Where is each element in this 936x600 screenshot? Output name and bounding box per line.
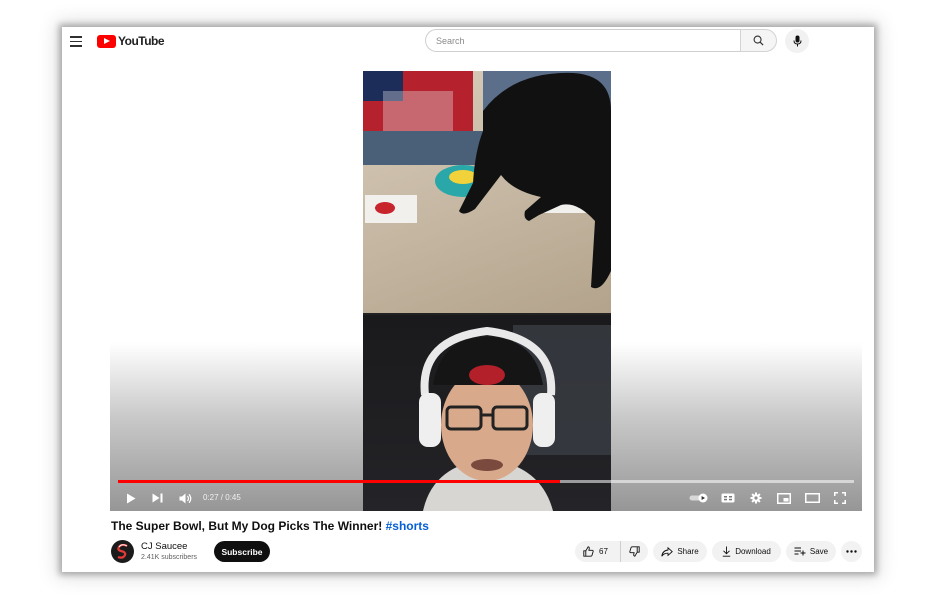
share-label: Share bbox=[677, 547, 699, 556]
theater-mode-button[interactable] bbox=[804, 489, 820, 507]
more-horizontal-icon bbox=[846, 550, 857, 553]
settings-icon bbox=[750, 492, 762, 504]
next-icon bbox=[152, 493, 162, 503]
autoplay-toggle-icon bbox=[689, 493, 708, 503]
channel-name[interactable]: CJ Saucee bbox=[141, 541, 187, 552]
mic-icon bbox=[793, 35, 801, 47]
like-dislike-group: 67 bbox=[575, 541, 648, 562]
menu-icon[interactable] bbox=[70, 36, 82, 47]
save-label: Save bbox=[809, 547, 829, 556]
autoplay-toggle[interactable] bbox=[688, 489, 710, 507]
video-player[interactable]: 0:27 / 0:45 bbox=[110, 71, 862, 511]
video-frame[interactable] bbox=[363, 71, 611, 511]
subscribe-button[interactable]: Subscribe bbox=[214, 541, 270, 562]
youtube-logo-icon bbox=[97, 34, 116, 48]
save-playlist-icon bbox=[794, 547, 806, 556]
volume-icon bbox=[179, 493, 191, 503]
theater-icon bbox=[804, 493, 820, 503]
video-title-text: The Super Bowl, But My Dog Picks The Win… bbox=[111, 519, 383, 533]
thumbs-down-icon bbox=[629, 546, 640, 557]
hashtag-link[interactable]: #shorts bbox=[386, 519, 429, 533]
video-title: The Super Bowl, But My Dog Picks The Win… bbox=[111, 519, 429, 533]
channel-logo-icon bbox=[117, 544, 128, 559]
like-count: 67 bbox=[599, 547, 608, 556]
progress-bar[interactable] bbox=[118, 480, 854, 483]
captions-icon bbox=[721, 493, 735, 503]
dislike-button[interactable] bbox=[621, 541, 648, 562]
search-bar bbox=[425, 29, 777, 52]
logo-text: YouTube bbox=[118, 34, 165, 48]
progress-bar-fill bbox=[118, 480, 560, 483]
next-button[interactable] bbox=[150, 489, 164, 507]
youtube-logo[interactable]: YouTube bbox=[97, 34, 165, 48]
browser-page: YouTube Search 0:27 / 0:45 The Super Bow… bbox=[62, 27, 874, 572]
time-display: 0:27 / 0:45 bbox=[203, 493, 241, 502]
channel-avatar[interactable] bbox=[111, 540, 134, 563]
search-icon bbox=[753, 35, 764, 46]
video-upper-scene bbox=[363, 71, 611, 313]
thumbs-up-icon bbox=[583, 546, 594, 557]
download-icon bbox=[723, 546, 731, 557]
miniplayer-button[interactable] bbox=[776, 489, 792, 507]
volume-button[interactable] bbox=[178, 489, 192, 507]
download-label: Download bbox=[735, 547, 771, 556]
voice-search-button[interactable] bbox=[785, 29, 809, 53]
fullscreen-button[interactable] bbox=[832, 489, 848, 507]
captions-button[interactable] bbox=[720, 489, 736, 507]
like-button[interactable]: 67 bbox=[575, 541, 621, 562]
play-button[interactable] bbox=[124, 489, 138, 507]
search-input[interactable] bbox=[425, 29, 740, 52]
player-controls: 0:27 / 0:45 bbox=[110, 489, 862, 507]
share-button[interactable]: Share bbox=[653, 541, 707, 562]
search-button[interactable] bbox=[740, 29, 777, 52]
download-button[interactable]: Download bbox=[712, 541, 781, 562]
miniplayer-icon bbox=[777, 492, 791, 504]
play-icon bbox=[127, 493, 136, 503]
fullscreen-icon bbox=[834, 492, 846, 504]
subscriber-count: 2.41K subscribers bbox=[141, 554, 198, 561]
settings-button[interactable] bbox=[748, 489, 764, 507]
share-icon bbox=[661, 546, 674, 556]
save-button[interactable]: Save bbox=[786, 541, 836, 562]
more-actions-button[interactable] bbox=[841, 541, 862, 562]
dog-scene-illustration bbox=[363, 71, 611, 289]
